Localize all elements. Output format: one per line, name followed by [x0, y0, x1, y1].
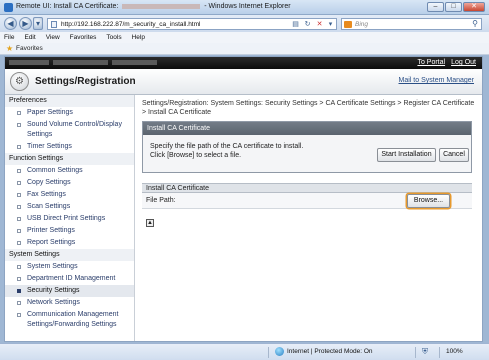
sidebar-item-scan-settings[interactable]: Scan Settings [5, 201, 134, 213]
minimize-button[interactable]: – [427, 2, 444, 12]
sidebar-section-system: System Settings [5, 249, 134, 261]
search-input[interactable]: Bing ⚲ [341, 18, 482, 30]
bullet-icon [17, 205, 21, 209]
bullet-icon [17, 289, 21, 293]
security-shield-icon[interactable]: ⛨ [422, 347, 428, 357]
sidebar-item-security-settings[interactable]: Security Settings [5, 285, 134, 297]
sidebar-item-copy-settings[interactable]: Copy Settings [5, 177, 134, 189]
logout-link[interactable]: Log Out [451, 59, 476, 66]
cancel-button[interactable]: Cancel [439, 148, 469, 162]
file-path-label: File Path: [146, 197, 176, 204]
menu-favorites[interactable]: Favorites [70, 32, 97, 43]
redacted-device-info [9, 60, 157, 65]
menu-bar: File Edit View Favorites Tools Help [0, 32, 489, 43]
dropdown-icon[interactable]: ▾ [33, 17, 43, 30]
bullet-icon [17, 301, 21, 305]
bullet-icon [17, 193, 21, 197]
sidebar-section-function: Function Settings [5, 153, 134, 165]
menu-help[interactable]: Help [132, 32, 145, 43]
breadcrumb: Settings/Registration: System Settings: … [142, 100, 475, 116]
to-portal-link[interactable]: To Portal [417, 59, 445, 66]
bullet-icon [17, 217, 21, 221]
back-button[interactable]: ◀ [4, 17, 17, 30]
mail-system-manager-link[interactable]: Mail to System Manager [399, 77, 474, 84]
sidebar-item-fax-settings[interactable]: Fax Settings [5, 189, 134, 201]
window-title: Remote UI: Install CA Certificate: - Win… [16, 3, 291, 10]
bullet-icon [17, 313, 21, 317]
file-path-row: File Path: Browse... [142, 193, 472, 209]
sidebar-item-network-settings[interactable]: Network Settings [5, 297, 134, 309]
bullet-icon [17, 241, 21, 245]
page-header: ⚙ Settings/Registration Mail to System M… [5, 69, 482, 95]
zone-text: Internet | Protected Mode: On [287, 348, 373, 355]
page-content: To Portal Log Out ⚙ Settings/Registratio… [4, 56, 483, 342]
settings-gear-icon: ⚙ [10, 72, 29, 91]
sidebar: Preferences Paper Settings Sound Volume … [5, 95, 135, 341]
start-installation-button[interactable]: Start Installation [377, 148, 436, 162]
sidebar-item-department-id[interactable]: Department ID Management [5, 273, 134, 285]
bullet-icon [17, 277, 21, 281]
zoom-level[interactable]: 100% [446, 348, 463, 355]
sidebar-item-printer-settings[interactable]: Printer Settings [5, 225, 134, 237]
bing-icon [344, 21, 352, 28]
sidebar-item-paper-settings[interactable]: Paper Settings [5, 107, 134, 119]
instructions: Specify the file path of the CA certific… [150, 143, 304, 159]
internet-zone-icon [275, 347, 284, 356]
history-dropdown-icon[interactable]: ▾ [326, 20, 335, 29]
stop-icon[interactable]: ✕ [315, 20, 324, 29]
favorites-bar: ★ Favorites [0, 43, 489, 55]
forward-button[interactable]: ▶ [19, 17, 32, 30]
bullet-icon [17, 111, 21, 115]
compat-view-icon[interactable]: ▤ [291, 20, 300, 29]
back-to-top-icon[interactable]: ▲ [146, 219, 154, 227]
menu-edit[interactable]: Edit [24, 32, 35, 43]
maximize-button[interactable]: □ [445, 2, 462, 12]
section-title: Install CA Certificate [142, 183, 472, 193]
install-ca-panel: Install CA Certificate Specify the file … [142, 121, 472, 173]
sidebar-item-communication-management[interactable]: Communication Management Settings/Forwar… [5, 309, 134, 331]
menu-tools[interactable]: Tools [106, 32, 121, 43]
menu-file[interactable]: File [4, 32, 14, 43]
status-bar: Internet | Protected Mode: On ⛨ 100% [0, 343, 489, 360]
address-bar: ◀ ▶ ▾ http://192.168.222.87/m_security_c… [0, 15, 489, 32]
page-title: Settings/Registration [35, 76, 136, 87]
bullet-icon [17, 123, 21, 127]
panel-title: Install CA Certificate [143, 122, 471, 135]
bullet-icon [17, 265, 21, 269]
url-field[interactable]: http://192.168.222.87/m_security_ca_inst… [47, 18, 337, 30]
close-button[interactable]: ✕ [463, 2, 485, 12]
device-topbar: To Portal Log Out [5, 57, 482, 69]
sidebar-item-timer-settings[interactable]: Timer Settings [5, 141, 134, 153]
sidebar-item-report-settings[interactable]: Report Settings [5, 237, 134, 249]
sidebar-item-system-settings[interactable]: System Settings [5, 261, 134, 273]
favorites-button[interactable]: Favorites [16, 45, 43, 52]
sidebar-item-common-settings[interactable]: Common Settings [5, 165, 134, 177]
favorites-star-icon[interactable]: ★ [6, 44, 13, 53]
browse-button[interactable]: Browse... [407, 194, 450, 208]
search-icon[interactable]: ⚲ [472, 19, 478, 28]
bullet-icon [17, 229, 21, 233]
sidebar-item-sound-volume[interactable]: Sound Volume Control/Display Settings [5, 119, 134, 141]
main-content: Settings/Registration: System Settings: … [142, 95, 478, 341]
sidebar-item-usb-direct-print[interactable]: USB Direct Print Settings [5, 213, 134, 225]
bullet-icon [17, 181, 21, 185]
menu-view[interactable]: View [46, 32, 60, 43]
page-icon [51, 21, 57, 28]
window-titlebar: Remote UI: Install CA Certificate: - Win… [0, 0, 489, 15]
bullet-icon [17, 169, 21, 173]
ie-icon [4, 3, 13, 12]
url-text: http://192.168.222.87/m_security_ca_inst… [61, 21, 201, 28]
redacted-device-name [122, 3, 201, 9]
bullet-icon [17, 145, 21, 149]
install-ca-section: Install CA Certificate File Path: Browse… [142, 183, 472, 209]
sidebar-section-preferences: Preferences [5, 95, 134, 107]
refresh-icon[interactable]: ↻ [303, 20, 312, 29]
